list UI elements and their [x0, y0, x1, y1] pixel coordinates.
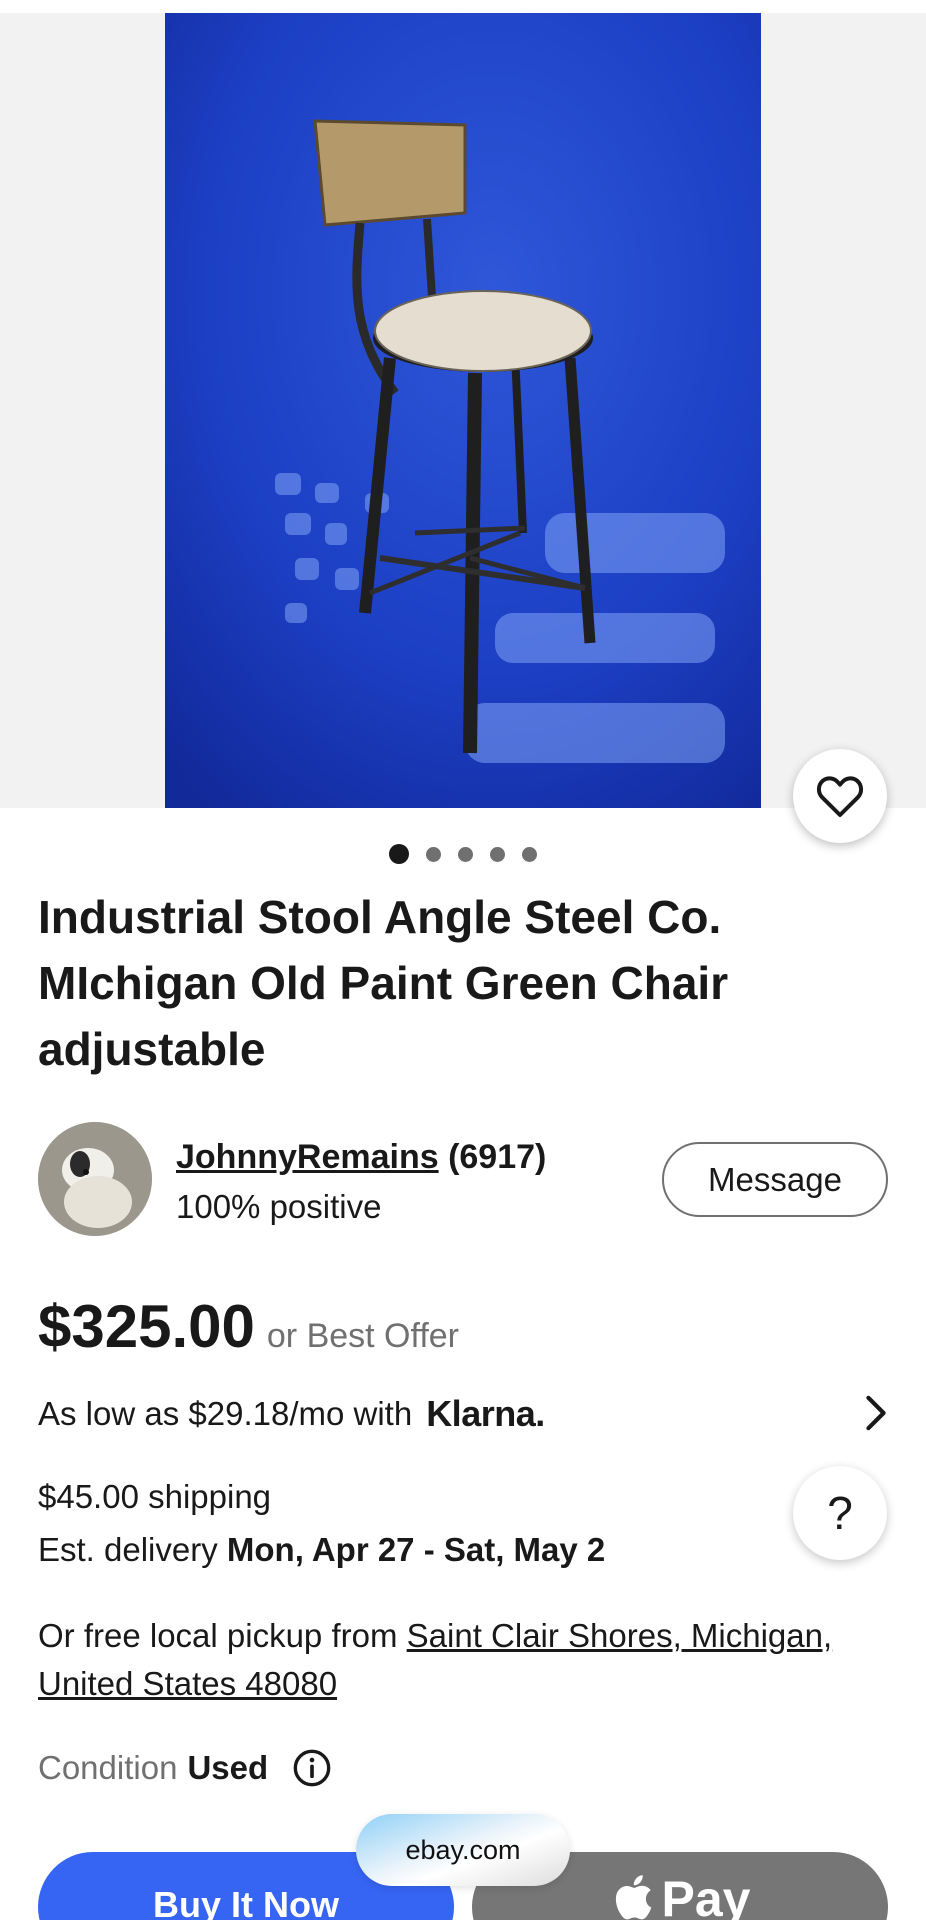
- pagination-dot[interactable]: [490, 846, 505, 862]
- klarna-logo: Klarna.: [426, 1393, 545, 1434]
- pagination-dot[interactable]: [389, 844, 409, 864]
- delivery-label: Est. delivery: [38, 1531, 218, 1568]
- price-section: $325.00 or Best Offer: [38, 1292, 459, 1361]
- best-offer-label: or Best Offer: [266, 1317, 460, 1355]
- pagination-dot[interactable]: [522, 846, 537, 862]
- apple-pay-label: Pay: [661, 1871, 751, 1920]
- estimated-delivery: Est. delivery Mon, Apr 27 - Sat, May 2: [38, 1531, 605, 1569]
- klarna-financing-row[interactable]: As low as $29.18/mo with Klarna.: [38, 1392, 888, 1436]
- condition-value: Used: [187, 1749, 269, 1786]
- info-icon[interactable]: [292, 1748, 332, 1788]
- chevron-right-icon[interactable]: [864, 1394, 888, 1432]
- condition-row: Condition Used: [38, 1748, 332, 1788]
- product-photo[interactable]: [165, 13, 761, 808]
- image-gallery[interactable]: [0, 0, 926, 808]
- klarna-text: As low as $29.18/mo with: [38, 1395, 413, 1432]
- seller-name-link[interactable]: JohnnyRemains: [176, 1138, 439, 1176]
- heart-icon: [816, 776, 864, 817]
- shipping-cost: $45.00 shipping: [38, 1478, 272, 1515]
- message-button[interactable]: Message: [662, 1142, 888, 1217]
- pagination-dot[interactable]: [426, 846, 441, 862]
- condition-label: Condition: [38, 1749, 178, 1786]
- feedback-count: (6917): [448, 1138, 547, 1176]
- pagination-dot[interactable]: [458, 846, 473, 862]
- apple-logo-icon: [615, 1875, 651, 1920]
- watchlist-button[interactable]: [793, 749, 887, 843]
- price: $325.00: [38, 1293, 255, 1360]
- seller-info[interactable]: JohnnyRemains (6917): [176, 1138, 546, 1177]
- delivery-dates: Mon, Apr 27 - Sat, May 2: [226, 1531, 606, 1568]
- listing-title: Industrial Stool Angle Steel Co. MIchiga…: [38, 891, 729, 1075]
- pickup-prefix: Or free local pickup from: [38, 1617, 398, 1654]
- seller-positive-rating: 100% positive: [176, 1188, 382, 1225]
- seller-avatar[interactable]: [38, 1122, 152, 1236]
- top-strip: [0, 0, 926, 13]
- help-button[interactable]: ?: [793, 1466, 887, 1560]
- browser-url-pill[interactable]: ebay.com: [356, 1814, 570, 1886]
- image-pagination[interactable]: [0, 844, 926, 864]
- local-pickup: Or free local pickup from Saint Clair Sh…: [38, 1612, 888, 1708]
